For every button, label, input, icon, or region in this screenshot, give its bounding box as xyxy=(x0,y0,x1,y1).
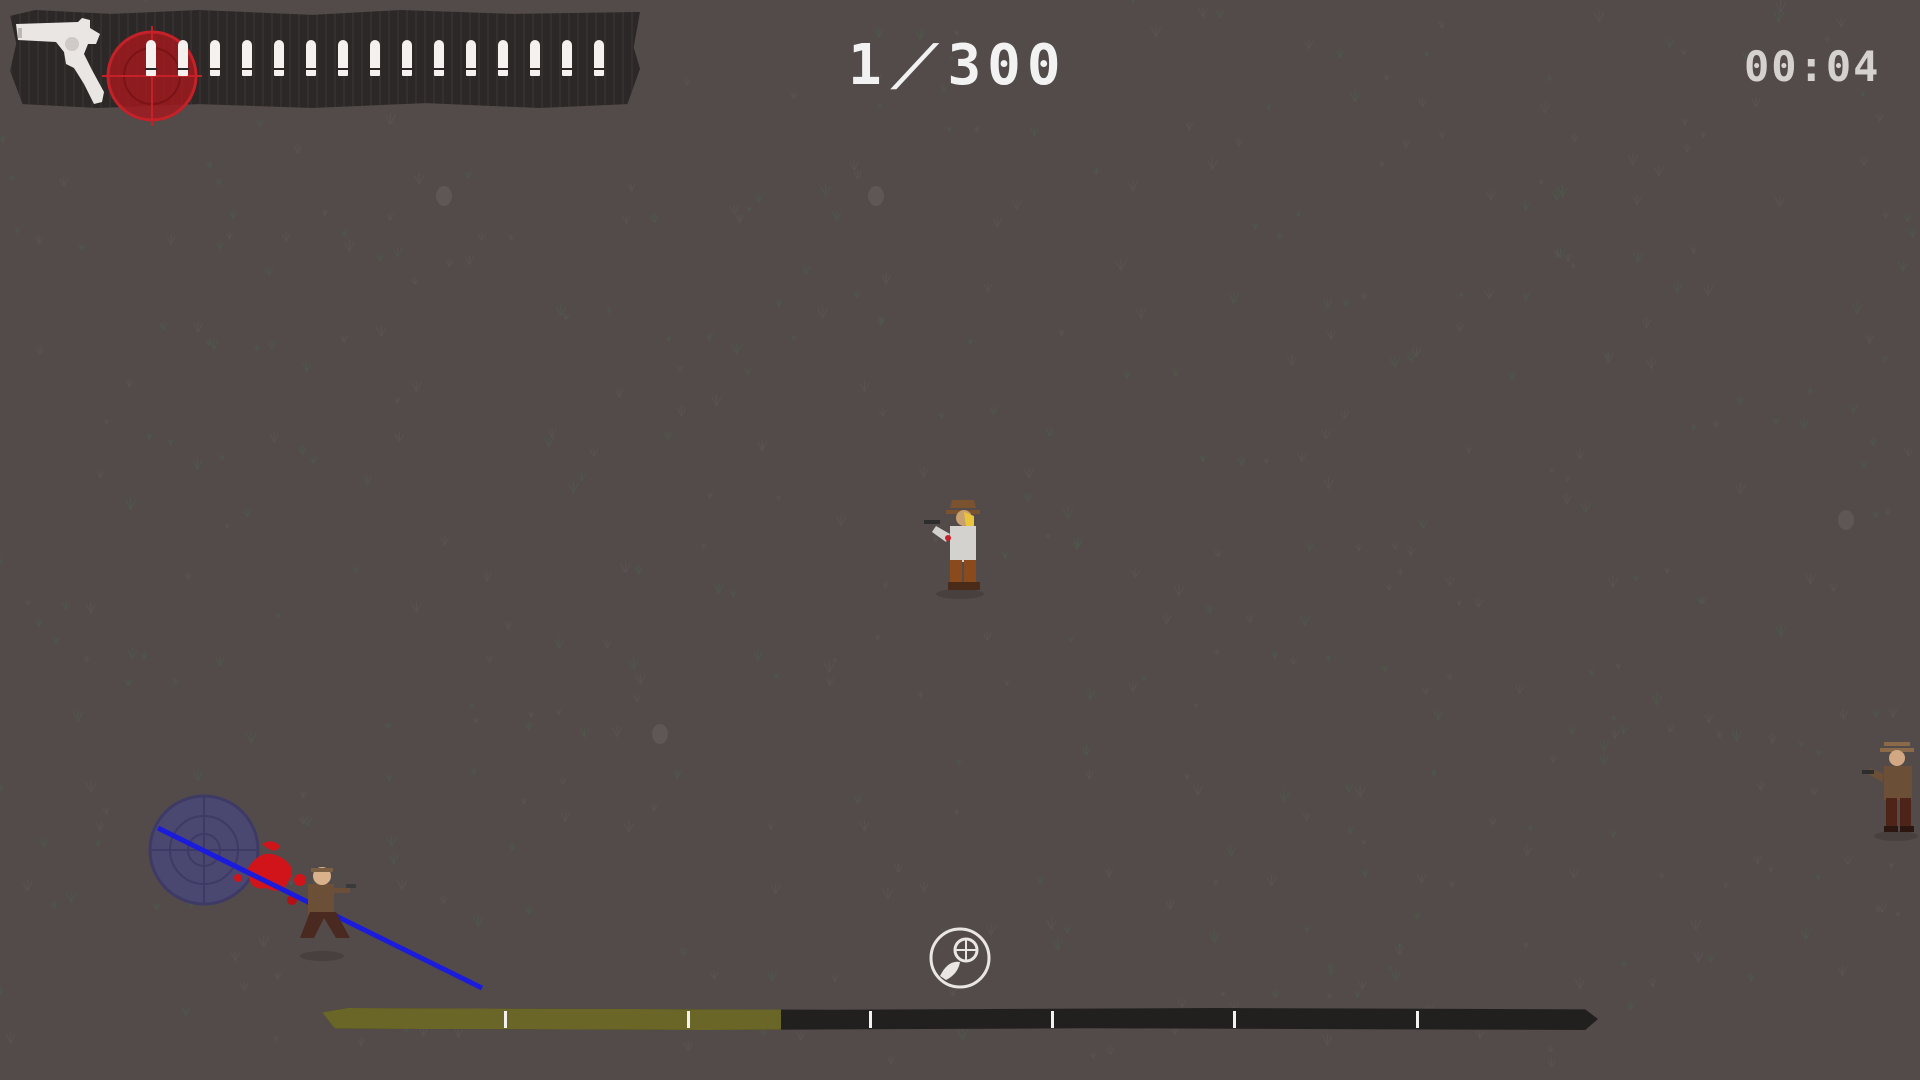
progress-tick xyxy=(686,1011,690,1028)
progress-tick xyxy=(1415,1011,1419,1028)
skull-bullet-icon xyxy=(929,927,991,989)
effects-layer xyxy=(148,500,1918,991)
enemy-shot xyxy=(300,867,356,961)
enemy-right xyxy=(1862,742,1918,841)
progress-tick xyxy=(1051,1011,1055,1028)
progress-tick xyxy=(504,1011,508,1028)
wave-progress-fill xyxy=(322,1008,782,1030)
progress-tick xyxy=(868,1011,872,1028)
wave-progress-bar xyxy=(322,1008,1598,1030)
player-gunslinger xyxy=(924,500,984,599)
progress-tick xyxy=(1233,1011,1237,1028)
